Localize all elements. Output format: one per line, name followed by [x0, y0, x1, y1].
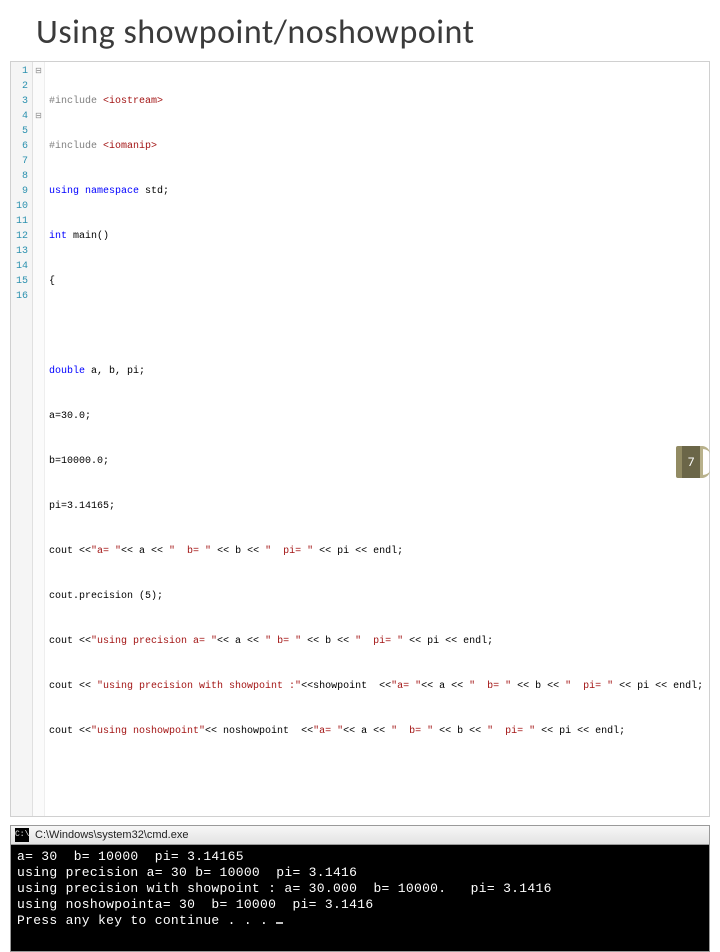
line-number: 14 — [11, 259, 28, 274]
line-number: 2 — [11, 79, 28, 94]
fold-marker[interactable]: ⊟ — [33, 109, 44, 124]
line-number: 5 — [11, 124, 28, 139]
console-line: Press any key to continue . . . — [17, 913, 276, 928]
line-number: 15 — [11, 274, 28, 289]
line-number: 7 — [11, 154, 28, 169]
fold-marker[interactable]: ⊟ — [33, 64, 44, 79]
line-number: 11 — [11, 214, 28, 229]
line-number: 4 — [11, 109, 28, 124]
code-body[interactable]: #include <iostream> #include <iomanip> u… — [45, 62, 709, 816]
line-number: 3 — [11, 94, 28, 109]
cmd-icon: C:\ — [15, 828, 29, 842]
line-number: 9 — [11, 184, 28, 199]
line-number: 10 — [11, 199, 28, 214]
console-line: using precision with showpoint : a= 30.0… — [17, 881, 552, 896]
page-number-badge: 7 — [676, 446, 710, 478]
line-number: 12 — [11, 229, 28, 244]
badge-decoration — [700, 446, 710, 478]
console-window: C:\ C:\Windows\system32\cmd.exe a= 30 b=… — [10, 825, 710, 952]
line-number: 6 — [11, 139, 28, 154]
page-number: 7 — [682, 446, 700, 478]
line-number: 8 — [11, 169, 28, 184]
line-number: 1 — [11, 64, 28, 79]
line-number: 13 — [11, 244, 28, 259]
console-title: C:\Windows\system32\cmd.exe — [35, 829, 188, 841]
console-titlebar[interactable]: C:\ C:\Windows\system32\cmd.exe — [10, 825, 710, 845]
console-line: using noshowpointa= 30 b= 10000 pi= 3.14… — [17, 897, 373, 912]
console-line: a= 30 b= 10000 pi= 3.14165 — [17, 849, 244, 864]
fold-column: ⊟ ⊟ — [33, 62, 45, 816]
cursor-icon — [276, 922, 283, 924]
console-output[interactable]: a= 30 b= 10000 pi= 3.14165 using precisi… — [10, 845, 710, 952]
code-editor: 1 2 3 4 5 6 7 8 9 10 11 12 13 14 15 16 ⊟… — [10, 61, 710, 817]
line-number: 16 — [11, 289, 28, 304]
slide-title: Using showpoint/noshowpoint — [0, 0, 720, 61]
console-line: using precision a= 30 b= 10000 pi= 3.141… — [17, 865, 357, 880]
line-number-gutter: 1 2 3 4 5 6 7 8 9 10 11 12 13 14 15 16 — [11, 62, 33, 816]
